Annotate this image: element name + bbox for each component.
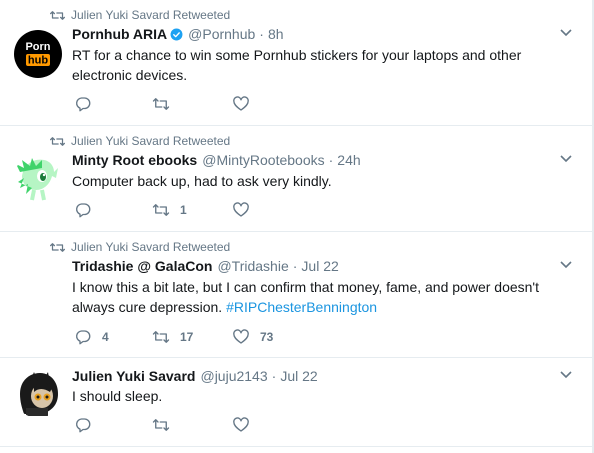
reply-button[interactable]: 4 <box>74 328 109 346</box>
heart-icon <box>233 96 249 111</box>
tweet-text-line: electronic devices. <box>72 67 188 83</box>
avatar-logo-line1: Porn <box>25 41 50 53</box>
tweet-actions: 1 <box>74 201 474 221</box>
chevron-down-icon[interactable] <box>560 29 572 37</box>
retweet-icon <box>152 331 170 343</box>
tweet-text-fragment: always cure depression. <box>72 299 223 315</box>
like-button[interactable] <box>232 95 260 113</box>
timeline: Julien Yuki Savard Retweeted Porn hub Po… <box>0 0 594 453</box>
reply-icon <box>76 203 91 218</box>
avatar-logo-line2: hub <box>28 55 48 67</box>
display-name[interactable]: Julien Yuki Savard <box>72 368 195 384</box>
reply-icon <box>76 418 91 433</box>
tweet[interactable]: Julien Yuki Savard Retweeted Porn hub Po… <box>0 0 592 126</box>
display-name[interactable]: Pornhub ARIA <box>72 26 167 42</box>
tweet-actions <box>74 416 474 436</box>
chevron-down-icon[interactable] <box>560 371 572 379</box>
retweet-context-label[interactable]: Julien Yuki Savard Retweeted <box>71 134 230 148</box>
retweet-button[interactable] <box>152 416 180 434</box>
tweet[interactable]: Julien Yuki Savard @juju2143 · Jul 22 I … <box>0 358 592 447</box>
dark-character-avatar-icon <box>20 372 58 416</box>
tweet[interactable]: Julien Yuki Savard Retweeted Minty Root … <box>0 126 592 232</box>
tweet-actions: 4 17 73 <box>74 328 474 348</box>
retweet-button[interactable]: 1 <box>152 201 187 219</box>
retweet-icon <box>50 242 65 252</box>
tweet-text-line: Computer back up, had to ask very kindly… <box>72 173 332 189</box>
timestamp[interactable]: Jul 22 <box>301 258 338 274</box>
pornhub-logo-icon: Porn hub <box>25 41 50 67</box>
tweet-text: Computer back up, had to ask very kindly… <box>72 171 562 191</box>
tweet-header: Pornhub ARIA @Pornhub · 8h <box>72 26 284 42</box>
tweet[interactable]: Julien Yuki Savard Retweeted Tridashie @… <box>0 232 592 358</box>
green-pony-avatar-icon <box>16 158 58 201</box>
avatar[interactable] <box>14 370 62 418</box>
retweet-button[interactable] <box>152 95 180 113</box>
display-name[interactable]: Tridashie @ GalaCon <box>72 258 212 274</box>
tweet-text-line: RT for a chance to win some Pornhub stic… <box>72 47 522 63</box>
avatar[interactable]: Porn hub <box>14 30 62 78</box>
separator-dot: · <box>271 368 277 384</box>
tweet-text-line: always cure depression. #RIPChesterBenni… <box>72 297 562 317</box>
retweet-context: Julien Yuki Savard Retweeted <box>50 133 230 149</box>
timestamp[interactable]: 8h <box>268 26 284 42</box>
tweet-header: Julien Yuki Savard @juju2143 · Jul 22 <box>72 368 318 384</box>
separator-dot: · <box>292 258 298 274</box>
retweet-context-label[interactable]: Julien Yuki Savard Retweeted <box>71 240 230 254</box>
tweet-text: I know this a bit late, but I can confir… <box>72 277 562 317</box>
retweet-icon <box>50 136 65 146</box>
avatar[interactable] <box>14 154 62 202</box>
reply-icon <box>76 97 91 112</box>
retweet-context: Julien Yuki Savard Retweeted <box>50 239 230 255</box>
reply-button[interactable] <box>74 416 102 434</box>
handle[interactable]: @Pornhub <box>188 26 255 42</box>
chevron-down-icon[interactable] <box>560 155 572 163</box>
verified-badge-icon <box>170 28 183 40</box>
handle[interactable]: @MintyRootebooks <box>202 152 324 168</box>
reply-button[interactable] <box>74 201 102 219</box>
heart-icon <box>233 202 249 217</box>
heart-icon <box>233 417 249 432</box>
timestamp[interactable]: Jul 22 <box>280 368 317 384</box>
like-button[interactable]: 73 <box>232 328 273 346</box>
retweet-context: Julien Yuki Savard Retweeted <box>50 7 230 23</box>
display-name[interactable]: Minty Root ebooks <box>72 152 197 168</box>
handle[interactable]: @juju2143 <box>200 368 267 384</box>
reply-button[interactable] <box>74 95 102 113</box>
like-count: 73 <box>260 330 274 344</box>
separator-dot: · <box>259 26 264 42</box>
retweet-icon <box>152 204 170 216</box>
separator-dot: · <box>328 152 334 168</box>
retweet-count: 17 <box>180 330 194 344</box>
tweet-header: Minty Root ebooks @MintyRootebooks · 24h <box>72 152 361 168</box>
like-button[interactable] <box>232 201 260 219</box>
tweet-text-line: I should sleep. <box>72 388 163 404</box>
tweet-text: RT for a chance to win some Pornhub stic… <box>72 45 562 85</box>
retweet-context-label[interactable]: Julien Yuki Savard Retweeted <box>71 8 230 22</box>
retweet-icon <box>152 419 170 431</box>
reply-count: 4 <box>102 330 109 344</box>
hashtag-link[interactable]: #RIPChesterBennington <box>226 299 377 315</box>
retweet-count: 1 <box>180 203 187 217</box>
heart-icon <box>233 329 249 344</box>
tweet-actions <box>74 95 474 115</box>
timestamp[interactable]: 24h <box>337 152 360 168</box>
retweet-icon <box>152 98 170 110</box>
handle[interactable]: @Tridashie <box>217 258 288 274</box>
retweet-button[interactable]: 17 <box>152 328 193 346</box>
like-button[interactable] <box>232 416 260 434</box>
retweet-icon <box>50 10 65 20</box>
tweet-text-line: I know this a bit late, but I can confir… <box>72 279 539 295</box>
tweet-header: Tridashie @ GalaCon @Tridashie · Jul 22 <box>72 258 339 274</box>
reply-icon <box>76 330 91 345</box>
chevron-down-icon[interactable] <box>560 261 572 269</box>
tweet-text: I should sleep. <box>72 386 562 406</box>
